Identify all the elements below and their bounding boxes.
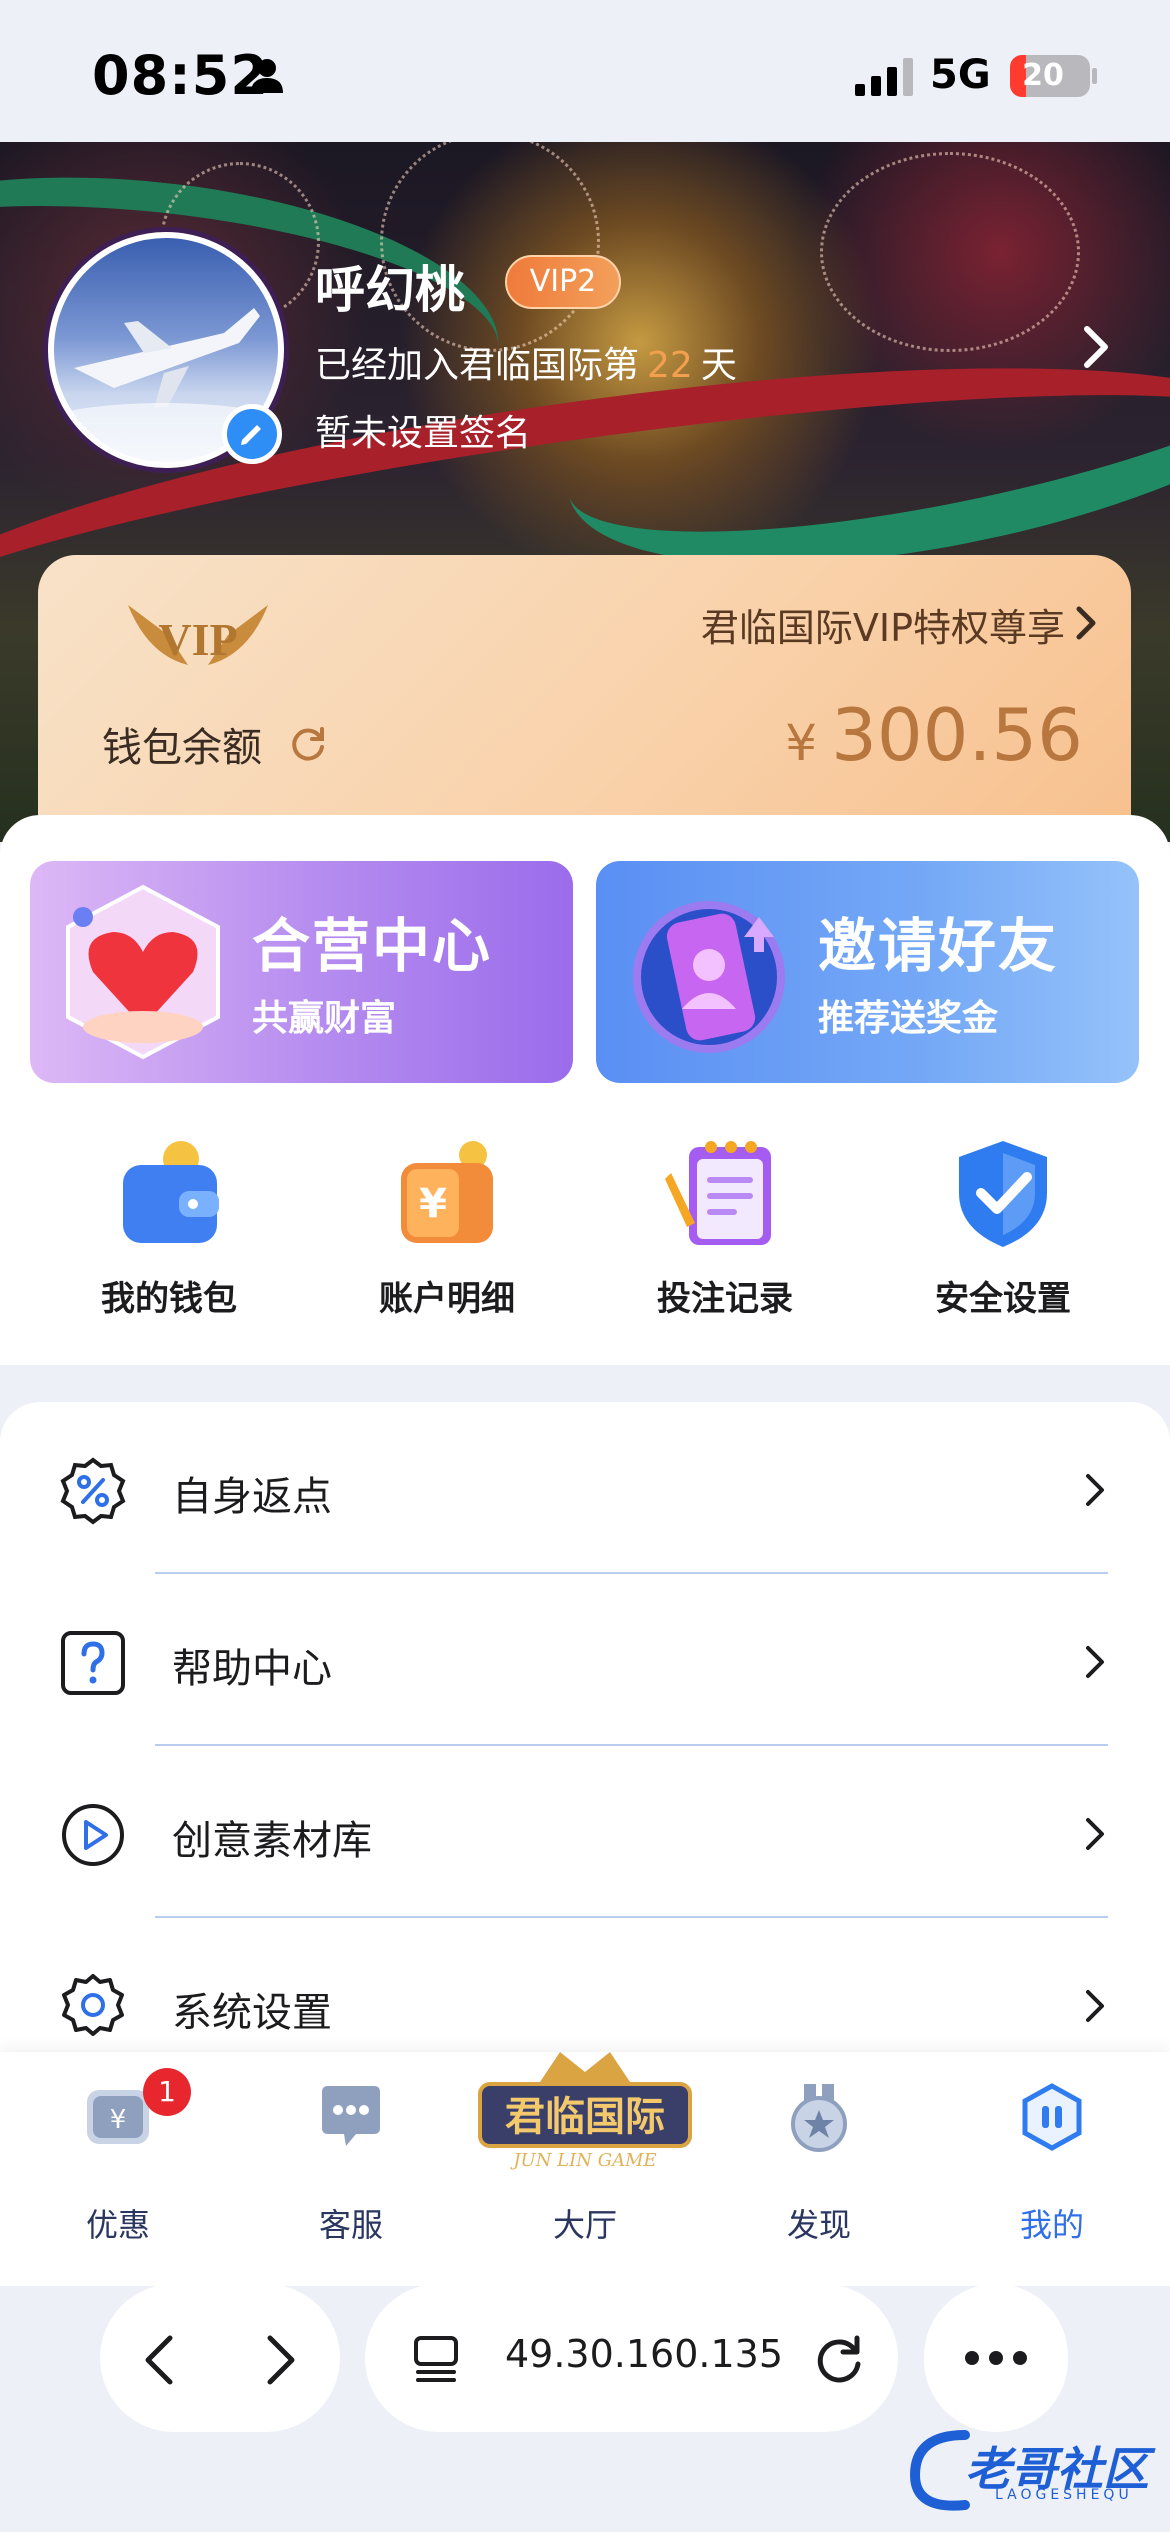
bet-record-shortcut[interactable]: 投注记录 bbox=[586, 1133, 864, 1333]
vip-logo-text: VIP bbox=[158, 614, 237, 665]
my-wallet-shortcut[interactable]: 我的钱包 bbox=[30, 1133, 308, 1333]
heart-hands-icon bbox=[66, 884, 220, 1060]
menu-row-rebate[interactable]: 自身返点 bbox=[0, 1402, 1170, 1574]
svg-text:¥: ¥ bbox=[419, 1181, 447, 1227]
firework bbox=[820, 152, 1080, 352]
promo-title: 邀请好友 bbox=[818, 912, 1059, 980]
menu-row-help[interactable]: 帮助中心 bbox=[0, 1574, 1170, 1746]
chevron-right-icon bbox=[1086, 1646, 1104, 1678]
menu-label: 自身返点 bbox=[172, 1474, 332, 1520]
profile-banner: 呼幻桃 VIP2 已经加入君临国际第 22 天 暂未设置签名 VIP 君临国际VIP… bbox=[0, 142, 1170, 842]
svg-text:¥: ¥ bbox=[110, 2105, 127, 2135]
chevron-right-icon bbox=[1086, 1990, 1104, 2022]
status-time: 08:52 bbox=[92, 44, 269, 107]
browser-nav-group bbox=[100, 2284, 340, 2432]
more-button[interactable] bbox=[924, 2284, 1068, 2432]
menu-label: 系统设置 bbox=[172, 1990, 332, 2036]
vip-wings-logo: VIP bbox=[128, 605, 268, 665]
account-details-icon: ¥ bbox=[401, 1141, 493, 1243]
help-question-icon bbox=[61, 1631, 125, 1695]
menu-row-materials[interactable]: 创意素材库 bbox=[0, 1746, 1170, 1918]
bottom-tab-bar: ¥ 1 优惠 客服 君临国际 JUN LIN GAME 大厅 发现 我的 bbox=[0, 2052, 1170, 2286]
star-medal-icon bbox=[791, 2084, 847, 2152]
url-text: 49.30.160.135 bbox=[505, 2332, 784, 2376]
percent-badge-icon bbox=[60, 1457, 126, 1525]
balance-amount: 300.56 bbox=[831, 693, 1083, 777]
signal-icon bbox=[855, 58, 913, 96]
signature-text: 暂未设置签名 bbox=[315, 413, 532, 454]
vip-card[interactable]: VIP 君临国际VIP特权尊享 钱包余额 ¥300.56 bbox=[38, 555, 1131, 842]
tab-mine[interactable]: 我的 bbox=[972, 2082, 1132, 2244]
wallet-icon bbox=[123, 1141, 219, 1243]
tab-customer-service[interactable]: 客服 bbox=[271, 2082, 431, 2244]
play-circle-icon bbox=[62, 1804, 124, 1866]
joined-prefix: 已经加入君临国际第 bbox=[315, 345, 640, 386]
menu-label: 帮助中心 bbox=[172, 1646, 332, 1692]
reload-icon[interactable] bbox=[813, 2332, 867, 2386]
shortcut-label: 安全设置 bbox=[935, 1279, 1071, 1319]
battery-level: 20 bbox=[1022, 58, 1064, 93]
promo-title: 合营中心 bbox=[252, 912, 493, 980]
pencil-icon bbox=[241, 425, 261, 445]
joined-days: 22 bbox=[647, 345, 693, 386]
tab-label: 客服 bbox=[318, 2206, 383, 2244]
battery-tip bbox=[1092, 68, 1097, 84]
tab-label: 发现 bbox=[786, 2206, 851, 2244]
back-icon[interactable] bbox=[140, 2332, 180, 2388]
shortcut-label: 我的钱包 bbox=[101, 1279, 237, 1319]
tab-discover[interactable]: 发现 bbox=[739, 2082, 899, 2244]
joined-suffix: 天 bbox=[700, 345, 737, 386]
edit-avatar-button[interactable] bbox=[222, 404, 282, 464]
chevron-right-icon[interactable] bbox=[1082, 325, 1110, 369]
forward-icon[interactable] bbox=[260, 2332, 300, 2388]
tab-label: 我的 bbox=[1019, 2206, 1084, 2244]
promo-subtitle: 推荐送奖金 bbox=[818, 998, 999, 1039]
chevron-right-icon bbox=[1086, 1818, 1104, 1850]
invite-phone-icon bbox=[633, 901, 785, 1053]
username: 呼幻桃 bbox=[315, 261, 465, 319]
lobby-logo-sub: JUN LIN GAME bbox=[509, 2150, 656, 2171]
vip-level-badge: VIP2 bbox=[505, 255, 621, 309]
menu-label: 创意素材库 bbox=[172, 1818, 372, 1864]
security-settings-shortcut[interactable]: 安全设置 bbox=[864, 1133, 1142, 1333]
promo-subtitle: 共赢财富 bbox=[252, 998, 397, 1039]
currency-symbol: ¥ bbox=[785, 714, 818, 772]
gear-icon bbox=[62, 1974, 124, 2036]
lobby-logo-text: 君临国际 bbox=[505, 2094, 665, 2140]
tab-offers[interactable]: ¥ 1 优惠 bbox=[38, 2068, 198, 2244]
address-bar[interactable]: 49.30.160.135 bbox=[365, 2284, 898, 2432]
more-icon bbox=[965, 2351, 1027, 2365]
shortcut-panel: 合营中心 共赢财富 邀请好友 推荐送奖金 我的钱包 ¥ 账户明细 投注记录 安全… bbox=[0, 815, 1170, 1365]
shortcut-label: 账户明细 bbox=[379, 1279, 515, 1319]
watermark-logo: 老哥社区 LAOGESHEQU bbox=[905, 2425, 1155, 2515]
tab-label: 优惠 bbox=[85, 2206, 150, 2244]
bet-record-icon bbox=[665, 1141, 771, 1245]
battery-icon: 20 bbox=[1010, 55, 1090, 97]
chat-bubble-icon bbox=[322, 2086, 380, 2146]
account-details-shortcut[interactable]: ¥ 账户明细 bbox=[308, 1133, 586, 1333]
network-type: 5G bbox=[930, 52, 991, 98]
invite-friends-card[interactable]: 邀请好友 推荐送奖金 bbox=[596, 861, 1139, 1083]
tab-label: 大厅 bbox=[552, 2206, 617, 2244]
shortcut-label: 投注记录 bbox=[657, 1279, 793, 1319]
tabs-list-icon[interactable] bbox=[411, 2334, 461, 2384]
vip-privilege-link[interactable]: 君临国际VIP特权尊享 bbox=[701, 597, 1065, 652]
refresh-icon[interactable] bbox=[288, 723, 328, 763]
shield-check-icon bbox=[959, 1141, 1047, 1247]
lobby-logo-icon: 君临国际 JUN LIN GAME bbox=[478, 2052, 692, 2171]
watermark-sub: LAOGESHEQU bbox=[995, 2487, 1133, 2503]
tab-lobby[interactable]: 君临国际 JUN LIN GAME 大厅 bbox=[478, 2052, 692, 2244]
wallet-balance-label: 钱包余额 bbox=[102, 725, 262, 771]
joined-days-text: 已经加入君临国际第 22 天 bbox=[315, 336, 737, 388]
person-icon bbox=[251, 59, 283, 93]
chevron-right-icon bbox=[1086, 1474, 1104, 1506]
settings-list: 自身返点 帮助中心 创意素材库 系统设置 bbox=[0, 1402, 1170, 2062]
wallet-balance: ¥300.56 bbox=[785, 693, 1083, 777]
chevron-right-icon[interactable] bbox=[1075, 605, 1097, 641]
notification-badge: 1 bbox=[143, 2068, 191, 2116]
hexagon-pause-icon bbox=[1022, 2083, 1082, 2151]
status-bar: 08:52 5G 20 bbox=[0, 0, 1170, 142]
partner-center-card[interactable]: 合营中心 共赢财富 bbox=[30, 861, 573, 1083]
